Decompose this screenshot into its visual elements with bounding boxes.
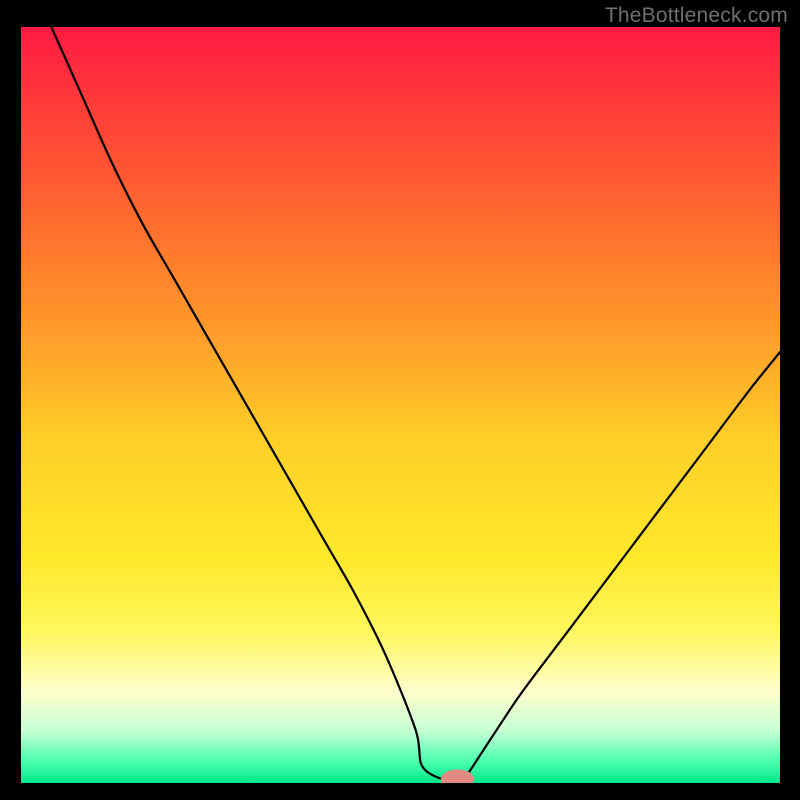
plot-area (21, 27, 780, 783)
gradient-bg (21, 27, 780, 783)
chart-frame: TheBottleneck.com (0, 0, 800, 800)
watermark-text: TheBottleneck.com (605, 4, 788, 28)
bottleneck-chart (21, 27, 780, 783)
